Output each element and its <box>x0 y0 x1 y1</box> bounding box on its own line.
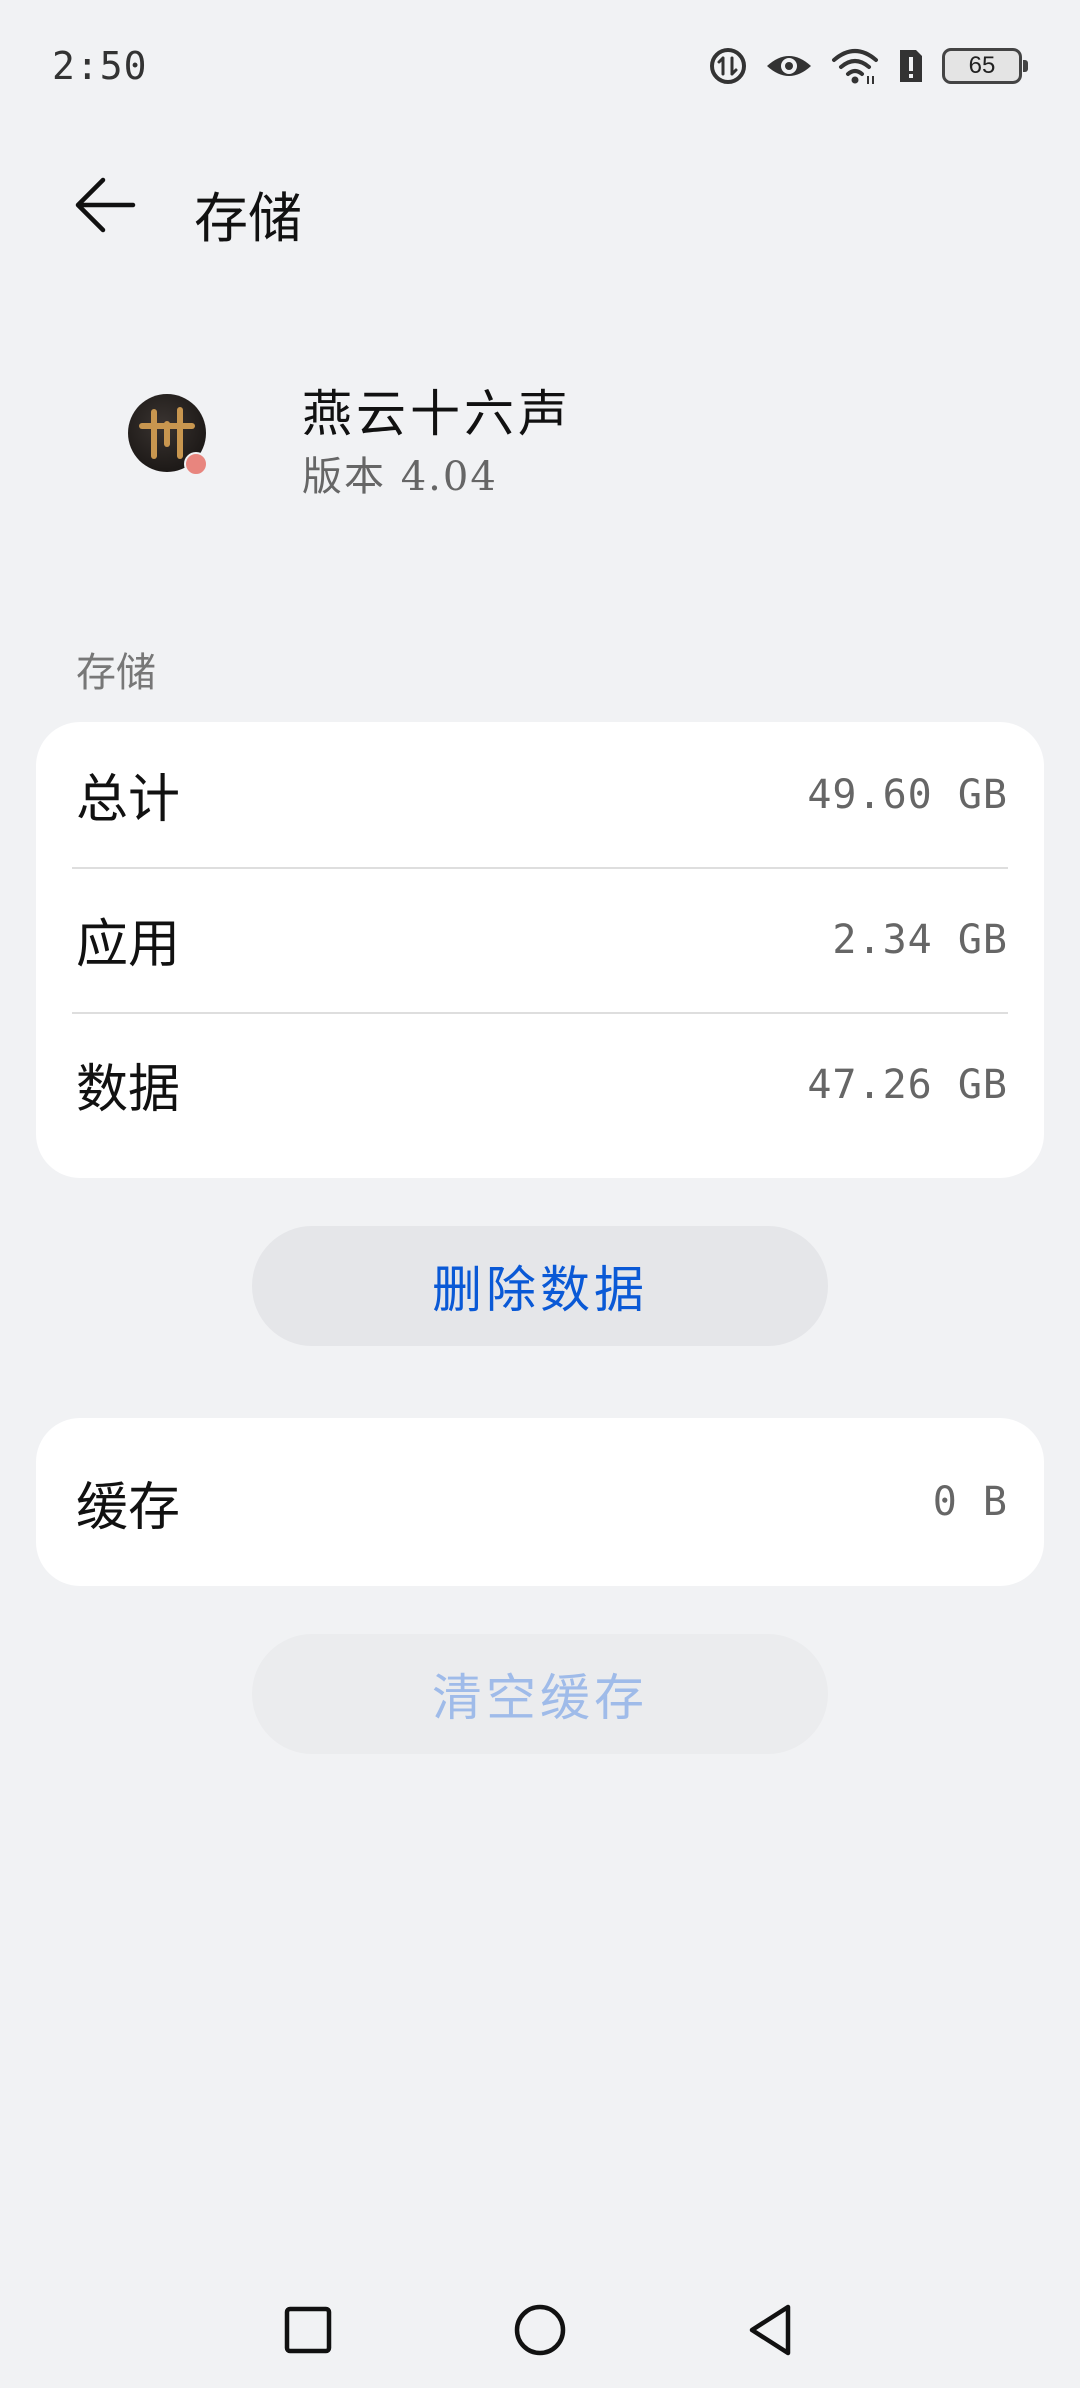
status-time: 2:50 <box>52 44 148 88</box>
cache-row: 缓存 0 B <box>36 1418 1044 1586</box>
row-label: 应用 <box>76 915 181 975</box>
home-icon <box>514 2304 566 2356</box>
navigation-bar <box>0 2280 1080 2380</box>
app-version: 版本 4.04 <box>302 454 498 500</box>
sim-alert-icon <box>896 46 926 86</box>
home-button[interactable] <box>490 2280 590 2380</box>
arrow-left-icon <box>75 177 136 233</box>
row-value: 47.26 GB <box>807 1061 1008 1108</box>
recent-apps-icon <box>284 2306 332 2354</box>
app-name: 燕云十六声 <box>302 385 572 443</box>
app-clone-badge <box>184 452 208 476</box>
clear-cache-button[interactable]: 清空缓存 <box>252 1634 828 1754</box>
storage-section-label: 存储 <box>76 650 156 696</box>
row-value: 0 B <box>932 1479 1008 1525</box>
delete-data-button[interactable]: 删除数据 <box>252 1226 828 1346</box>
row-value: 49.60 GB <box>807 771 1008 818</box>
eye-comfort-icon <box>764 46 814 86</box>
header: 存储 <box>0 150 1080 260</box>
storage-row-app: 应用 2.34 GB <box>36 867 1044 1012</box>
battery-level: 65 <box>968 52 996 79</box>
back-button[interactable] <box>60 170 150 240</box>
storage-row-data: 数据 47.26 GB <box>36 1012 1044 1157</box>
wifi-icon <box>830 46 880 86</box>
page-title: 存储 <box>194 187 302 250</box>
row-label: 数据 <box>76 1060 181 1120</box>
storage-row-total: 总计 49.60 GB <box>36 722 1044 867</box>
battery-icon: 65 <box>942 48 1028 84</box>
app-info: 燕云十六声 版本 4.04 <box>0 360 1080 510</box>
status-bar: 2:50 65 <box>0 0 1080 130</box>
back-triangle-icon <box>749 2304 791 2356</box>
recent-apps-button[interactable] <box>258 2280 358 2380</box>
storage-card: 总计 49.60 GB 应用 2.34 GB 数据 47.26 GB <box>36 722 1044 1178</box>
row-label: 缓存 <box>76 1477 181 1538</box>
data-saver-icon <box>708 46 748 86</box>
status-icons: 65 <box>708 42 1028 90</box>
row-label: 总计 <box>76 770 181 830</box>
row-value: 2.34 GB <box>832 916 1008 963</box>
system-back-button[interactable] <box>720 2280 820 2380</box>
cache-card: 缓存 0 B <box>36 1418 1044 1586</box>
